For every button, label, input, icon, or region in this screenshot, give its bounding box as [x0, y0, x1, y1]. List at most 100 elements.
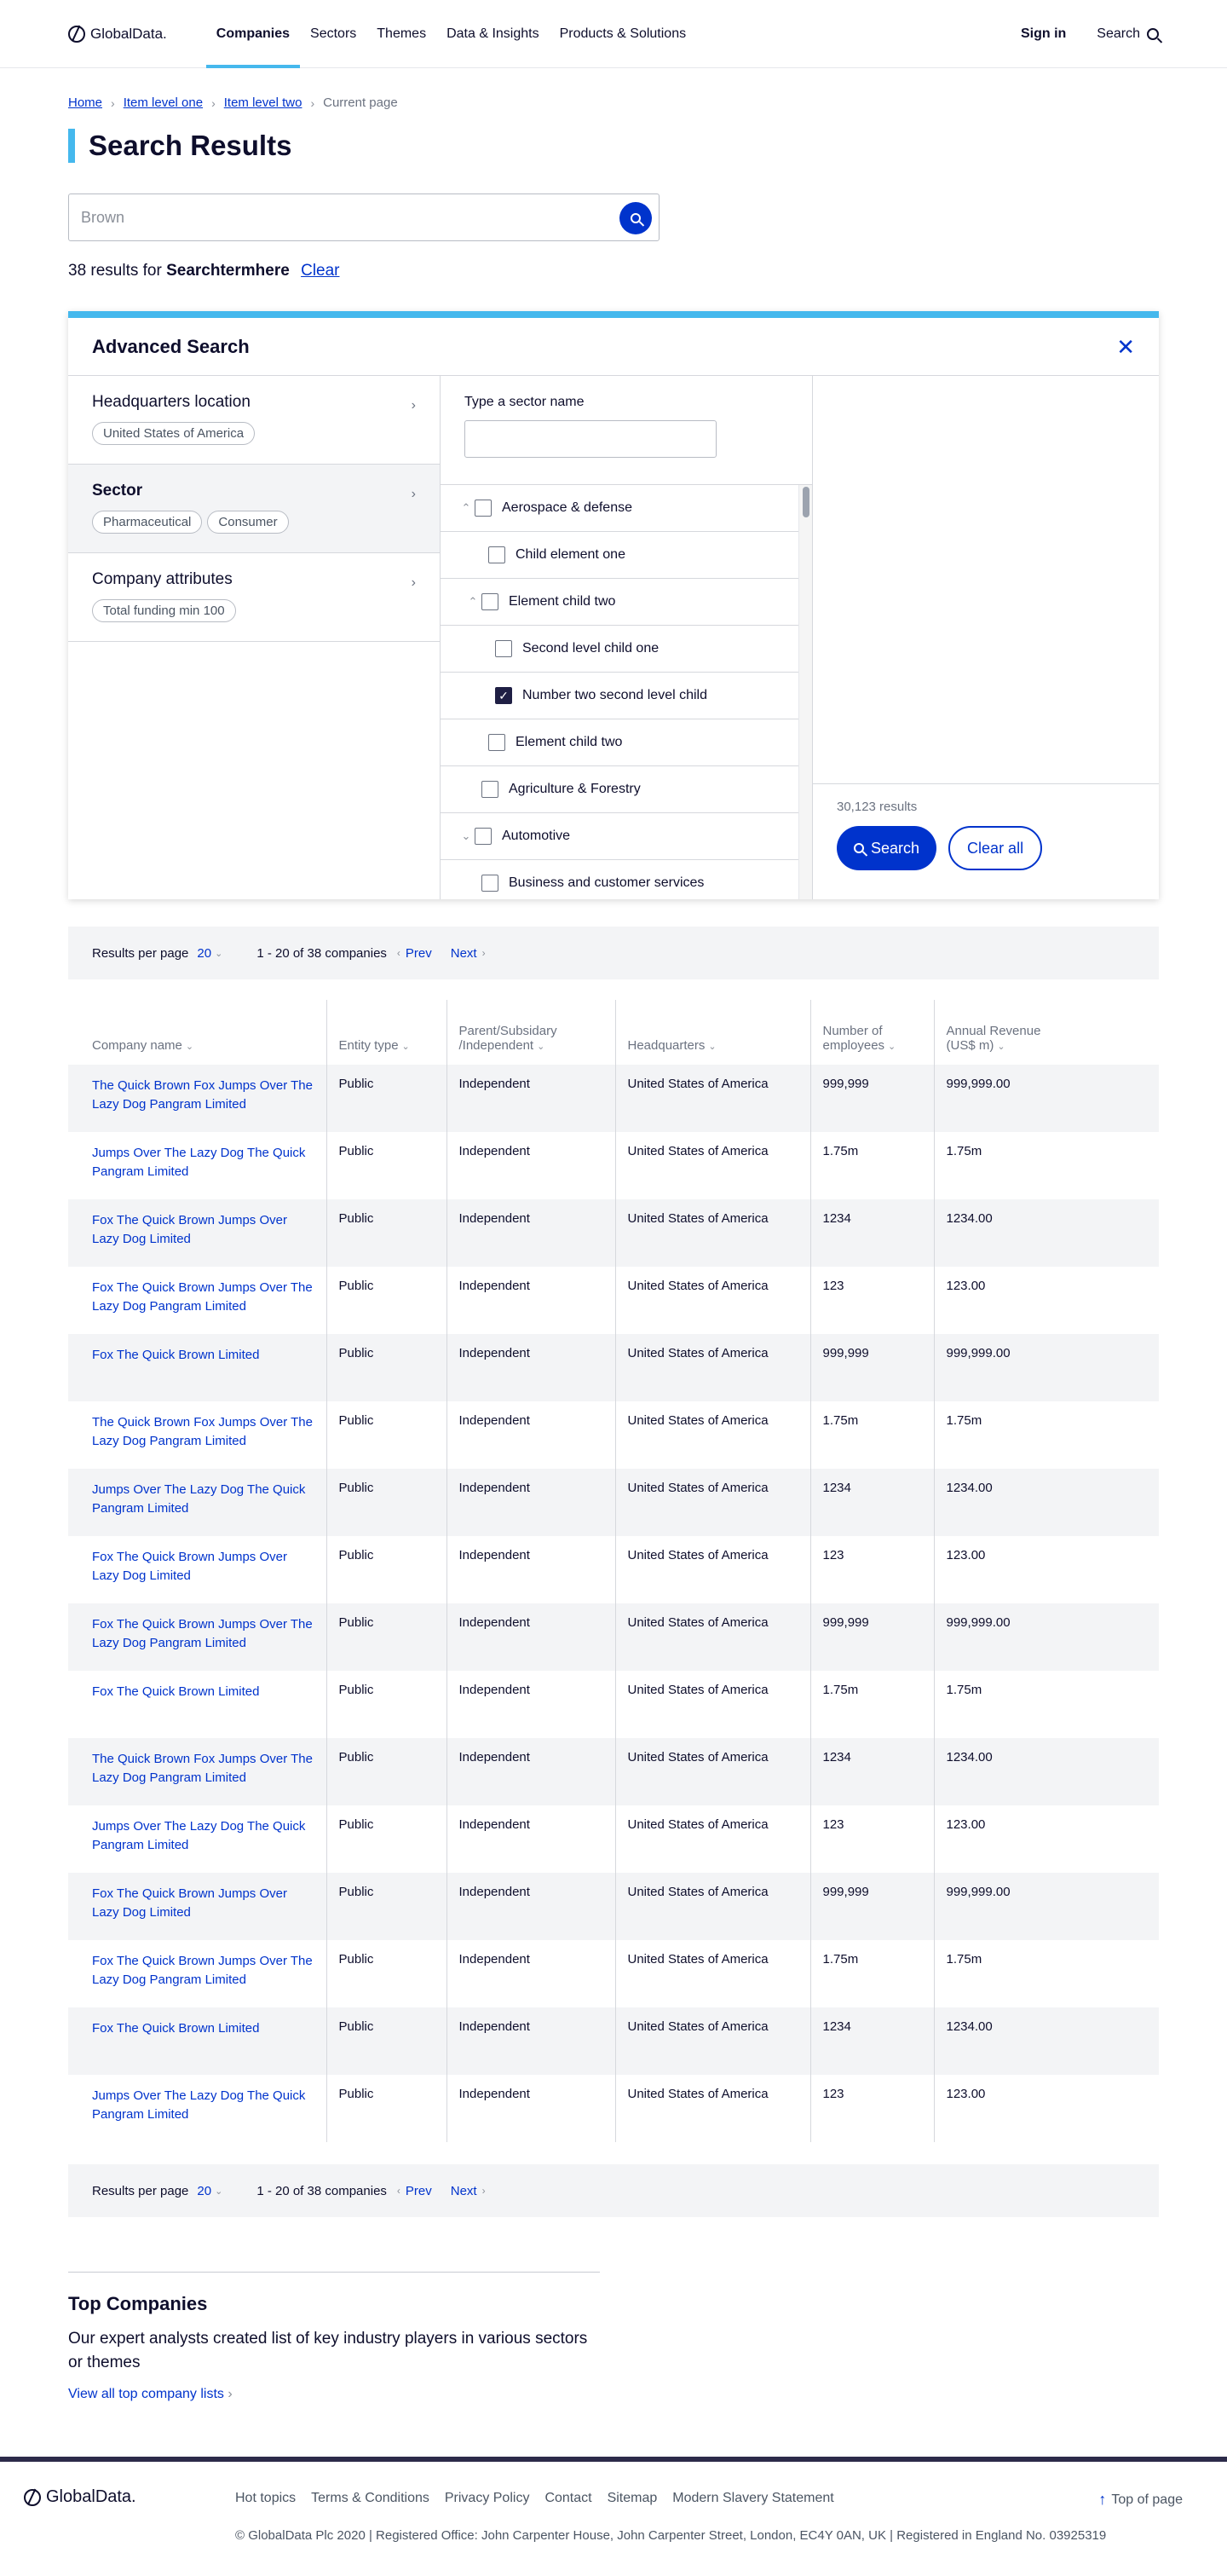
header-search-link[interactable]: Search — [1097, 26, 1159, 42]
col-headquarters[interactable]: Headquarters ⌄ — [615, 1000, 811, 1065]
breadcrumb-home[interactable]: Home — [68, 95, 102, 110]
company-link[interactable]: Fox The Quick Brown Limited — [92, 1346, 314, 1365]
footer-link-sitemap[interactable]: Sitemap — [608, 2491, 658, 2506]
company-link[interactable]: Fox The Quick Brown Jumps Over Lazy Dog … — [92, 1211, 314, 1249]
company-link[interactable]: Fox The Quick Brown Jumps Over The Lazy … — [92, 1615, 314, 1653]
cell-revenue: 999,999.00 — [934, 1603, 1159, 1671]
filter-chip[interactable]: Consumer — [207, 511, 289, 534]
breadcrumb-level-one[interactable]: Item level one — [124, 95, 203, 110]
sector-name-input[interactable] — [464, 420, 717, 458]
advanced-search-button[interactable]: Search — [837, 826, 937, 870]
col-annual-revenue[interactable]: Annual Revenue (US$ m) ⌄ — [934, 1000, 1159, 1065]
table-row: Jumps Over The Lazy Dog The Quick Pangra… — [68, 2075, 1159, 2142]
footer-link-terms[interactable]: Terms & Conditions — [311, 2491, 429, 2506]
clear-all-button[interactable]: Clear all — [948, 826, 1043, 870]
filter-chip[interactable]: Pharmaceutical — [92, 511, 203, 534]
pagination-bottom: Results per page 20 ⌄ 1 - 20 of 38 compa… — [68, 2164, 1159, 2217]
footer-link-privacy[interactable]: Privacy Policy — [445, 2491, 530, 2506]
nav-data-insights[interactable]: Data & Insights — [436, 0, 550, 68]
prev-page-link[interactable]: Prev — [406, 2184, 432, 2198]
company-link[interactable]: Fox The Quick Brown Jumps Over Lazy Dog … — [92, 1548, 314, 1585]
checkbox[interactable] — [481, 875, 498, 892]
cell-headquarters: United States of America — [615, 1671, 811, 1738]
site-header: GlobalData. Companies Sectors Themes Dat… — [0, 0, 1227, 68]
company-link[interactable]: Jumps Over The Lazy Dog The Quick Pangra… — [92, 2087, 314, 2124]
company-link[interactable]: Fox The Quick Brown Jumps Over Lazy Dog … — [92, 1885, 314, 1922]
checkbox[interactable] — [488, 546, 505, 563]
company-link[interactable]: The Quick Brown Fox Jumps Over The Lazy … — [92, 1413, 314, 1451]
chevron-up-icon[interactable]: ⌃ — [464, 595, 481, 609]
col-company-name[interactable]: Company name ⌄ — [68, 1000, 327, 1065]
checkbox-checked[interactable]: ✓ — [495, 687, 512, 704]
company-link[interactable]: The Quick Brown Fox Jumps Over The Lazy … — [92, 1750, 314, 1788]
tree-item[interactable]: ⌃ Aerospace & defense — [441, 485, 799, 532]
col-employees[interactable]: Number of employees ⌄ — [810, 1000, 935, 1065]
filter-company-attributes[interactable]: Company attributes › Total funding min 1… — [68, 553, 440, 642]
company-link[interactable]: Fox The Quick Brown Limited — [92, 2019, 314, 2038]
chevron-up-icon[interactable]: ⌃ — [458, 501, 475, 515]
checkbox[interactable] — [475, 500, 492, 517]
col-parent-subsidiary[interactable]: Parent/Subsidary/Independent ⌄ — [446, 1000, 616, 1065]
company-link[interactable]: Fox The Quick Brown Jumps Over The Lazy … — [92, 1279, 314, 1316]
results-summary: 38 results for Searchtermhere Clear — [68, 262, 1159, 280]
checkbox[interactable] — [481, 781, 498, 798]
col-entity-type[interactable]: Entity type ⌄ — [326, 1000, 447, 1065]
tree-item[interactable]: Second level child one — [441, 626, 799, 673]
nav-products-solutions[interactable]: Products & Solutions — [550, 0, 697, 68]
company-link[interactable]: The Quick Brown Fox Jumps Over The Lazy … — [92, 1077, 314, 1114]
cell-entity-type: Public — [326, 1199, 447, 1267]
checkbox[interactable] — [488, 734, 505, 751]
nav-sectors[interactable]: Sectors — [300, 0, 366, 68]
close-icon[interactable]: ✕ — [1116, 336, 1135, 358]
tree-item[interactable]: Agriculture & Forestry — [441, 766, 799, 813]
prev-page-link[interactable]: Prev — [406, 946, 432, 961]
company-link[interactable]: Fox The Quick Brown Jumps Over The Lazy … — [92, 1952, 314, 1990]
results-per-page-select[interactable]: 20 — [197, 2184, 211, 2198]
results-per-page-select[interactable]: 20 — [197, 946, 211, 961]
copyright-text: © GlobalData Plc 2020 | Registered Offic… — [235, 2528, 1107, 2543]
clear-search-link[interactable]: Clear — [301, 262, 339, 280]
checkbox[interactable] — [481, 593, 498, 610]
filter-headquarters-location[interactable]: Headquarters location › United States of… — [68, 376, 440, 465]
tree-item[interactable]: ⌃ Element child two — [441, 579, 799, 626]
tree-item[interactable]: Child element one — [441, 532, 799, 579]
company-link[interactable]: Fox The Quick Brown Limited — [92, 1683, 314, 1701]
sign-in-link[interactable]: Sign in — [1021, 26, 1066, 42]
nav-themes[interactable]: Themes — [366, 0, 436, 68]
footer-logo[interactable]: GlobalData. — [24, 2487, 136, 2507]
checkbox[interactable] — [475, 828, 492, 845]
search-submit-button[interactable] — [619, 202, 652, 234]
footer-link-modern-slavery[interactable]: Modern Slavery Statement — [672, 2491, 833, 2506]
company-link[interactable]: Jumps Over The Lazy Dog The Quick Pangra… — [92, 1481, 314, 1518]
cell-headquarters: United States of America — [615, 1873, 811, 1940]
tree-scrollbar[interactable] — [798, 485, 812, 899]
top-of-page-link[interactable]: ↑ Top of page — [1098, 2491, 1183, 2509]
next-page-link[interactable]: Next — [451, 2184, 477, 2198]
footer-link-contact[interactable]: Contact — [544, 2491, 591, 2506]
checkbox[interactable] — [495, 640, 512, 657]
tree-item[interactable]: ⌄ Automotive — [441, 813, 799, 860]
chevron-down-icon[interactable]: ⌄ — [458, 829, 475, 843]
filter-sector[interactable]: Sector › Pharmaceutical Consumer — [68, 465, 440, 553]
advanced-search-button-label: Search — [871, 839, 920, 857]
filter-chip[interactable]: United States of America — [92, 422, 256, 445]
tree-item[interactable]: Business and customer services — [441, 860, 799, 899]
cell-revenue: 123.00 — [946, 1548, 986, 1562]
tree-item[interactable]: Element child two — [441, 719, 799, 766]
search-input[interactable] — [81, 208, 592, 227]
view-all-top-companies-link[interactable]: View all top company lists › — [68, 2387, 233, 2402]
company-link[interactable]: Jumps Over The Lazy Dog The Quick Pangra… — [92, 1817, 314, 1855]
tree-item[interactable]: ✓ Number two second level child — [441, 673, 799, 719]
filter-chip[interactable]: Total funding min 100 — [92, 599, 236, 622]
globaldata-logo[interactable]: GlobalData. — [68, 26, 167, 43]
footer-link-hot-topics[interactable]: Hot topics — [235, 2491, 296, 2506]
nav-companies[interactable]: Companies — [205, 0, 301, 68]
chevron-left-icon: ‹ — [396, 2185, 400, 2197]
cell-employees: 123 — [810, 1805, 935, 1873]
scrollbar-thumb[interactable] — [803, 487, 809, 517]
company-link[interactable]: Jumps Over The Lazy Dog The Quick Pangra… — [92, 1144, 314, 1181]
tree-item-label: Automotive — [502, 829, 571, 843]
breadcrumb-level-two[interactable]: Item level two — [224, 95, 302, 110]
next-page-link[interactable]: Next — [451, 946, 477, 961]
sector-selector: Type a sector name ⌃ Aerospace & defense… — [441, 376, 813, 899]
